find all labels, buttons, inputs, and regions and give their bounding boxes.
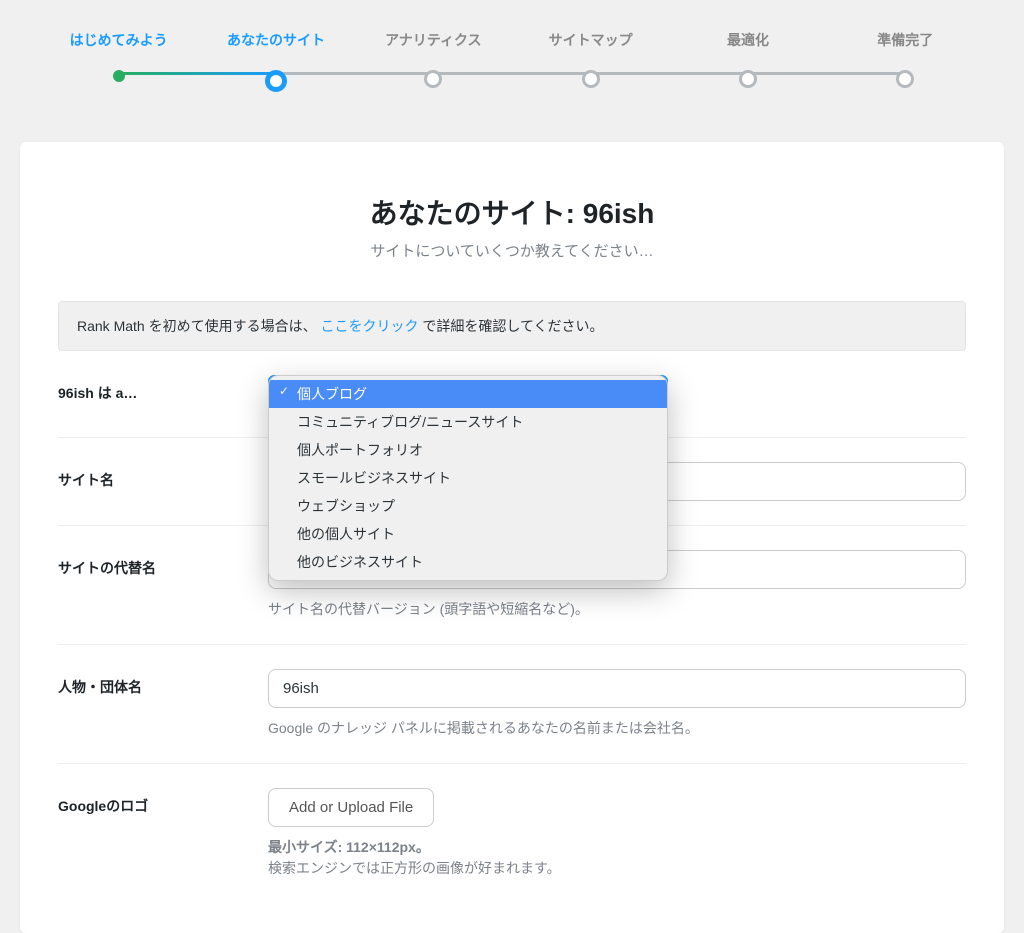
notice-prefix: Rank Math を初めて使用する場合は、 (77, 318, 317, 334)
step-connector (119, 72, 276, 75)
step-circle-icon (896, 70, 914, 88)
notice-link[interactable]: ここをクリック (320, 318, 418, 334)
label-google-logo: Googleのロゴ (58, 788, 268, 816)
step-circle-icon (424, 70, 442, 88)
step-circle-icon (582, 70, 600, 88)
step-connector (433, 72, 590, 75)
step-5[interactable]: 準備完了 (827, 30, 984, 88)
step-1[interactable]: あなたのサイト (197, 30, 354, 92)
help-logo-line2: 検索エンジンでは正方形の画像が好まれます。 (268, 860, 561, 876)
help-logo-line1: 最小サイズ: 112×112px。 (268, 839, 430, 855)
first-time-notice: Rank Math を初めて使用する場合は、 ここをクリック で詳細を確認してく… (58, 301, 966, 351)
step-label: サイトマップ (549, 30, 633, 50)
step-circle-icon (739, 70, 757, 88)
step-label: 最適化 (727, 30, 769, 50)
step-circle-icon (265, 70, 287, 92)
dropdown-option[interactable]: ウェブショップ (269, 492, 667, 520)
row-person-org: 人物・団体名 Google のナレッジ パネルに掲載されるあなたの名前または会社… (58, 645, 966, 764)
step-circle-icon (113, 70, 125, 82)
row-google-logo: Googleのロゴ Add or Upload File 最小サイズ: 112×… (58, 764, 966, 903)
page-title: あなたのサイト: 96ish (58, 192, 966, 232)
dropdown-option[interactable]: 個人ブログ (269, 380, 667, 408)
row-site-type: 96ish は a… 個人ブログコミュニティブログ/ニュースサイト個人ポートフォ… (58, 351, 966, 438)
dropdown-option[interactable]: 他のビジネスサイト (269, 548, 667, 576)
site-type-dropdown: 個人ブログコミュニティブログ/ニュースサイト個人ポートフォリオスモールビジネスサ… (268, 375, 668, 581)
label-site-name: サイト名 (58, 462, 268, 490)
label-site-type: 96ish は a… (58, 375, 268, 403)
wizard-stepper: はじめてみよう あなたのサイト アナリティクス サイトマップ 最適化 準備完了 (0, 0, 1024, 92)
help-alt-name: サイト名の代替バージョン (頭字語や短縮名など)。 (268, 599, 966, 620)
help-person-org: Google のナレッジ パネルに掲載されるあなたの名前または会社名。 (268, 718, 966, 739)
step-0[interactable]: はじめてみよう (40, 30, 197, 82)
dropdown-option[interactable]: 他の個人サイト (269, 520, 667, 548)
label-person-org: 人物・団体名 (58, 669, 268, 697)
step-4[interactable]: 最適化 (669, 30, 826, 88)
step-label: 準備完了 (877, 30, 933, 50)
wizard-card: あなたのサイト: 96ish サイトについていくつか教えてください… Rank … (20, 142, 1004, 933)
step-label: あなたのサイト (227, 30, 325, 50)
person-org-input[interactable] (268, 669, 966, 708)
step-label: アナリティクス (385, 30, 481, 50)
step-2[interactable]: アナリティクス (355, 30, 512, 88)
dropdown-option[interactable]: コミュニティブログ/ニュースサイト (269, 408, 667, 436)
label-alt-name: サイトの代替名 (58, 550, 268, 578)
step-connector (276, 72, 433, 75)
notice-suffix: で詳細を確認してください。 (422, 318, 603, 334)
step-connector (748, 72, 905, 75)
help-logo: 最小サイズ: 112×112px。 検索エンジンでは正方形の画像が好まれます。 (268, 837, 966, 879)
dropdown-option[interactable]: 個人ポートフォリオ (269, 436, 667, 464)
step-connector (591, 72, 748, 75)
upload-logo-button[interactable]: Add or Upload File (268, 788, 434, 827)
page-subtitle: サイトについていくつか教えてください… (58, 240, 966, 261)
dropdown-option[interactable]: スモールビジネスサイト (269, 464, 667, 492)
step-3[interactable]: サイトマップ (512, 30, 669, 88)
step-label: はじめてみよう (70, 30, 168, 50)
